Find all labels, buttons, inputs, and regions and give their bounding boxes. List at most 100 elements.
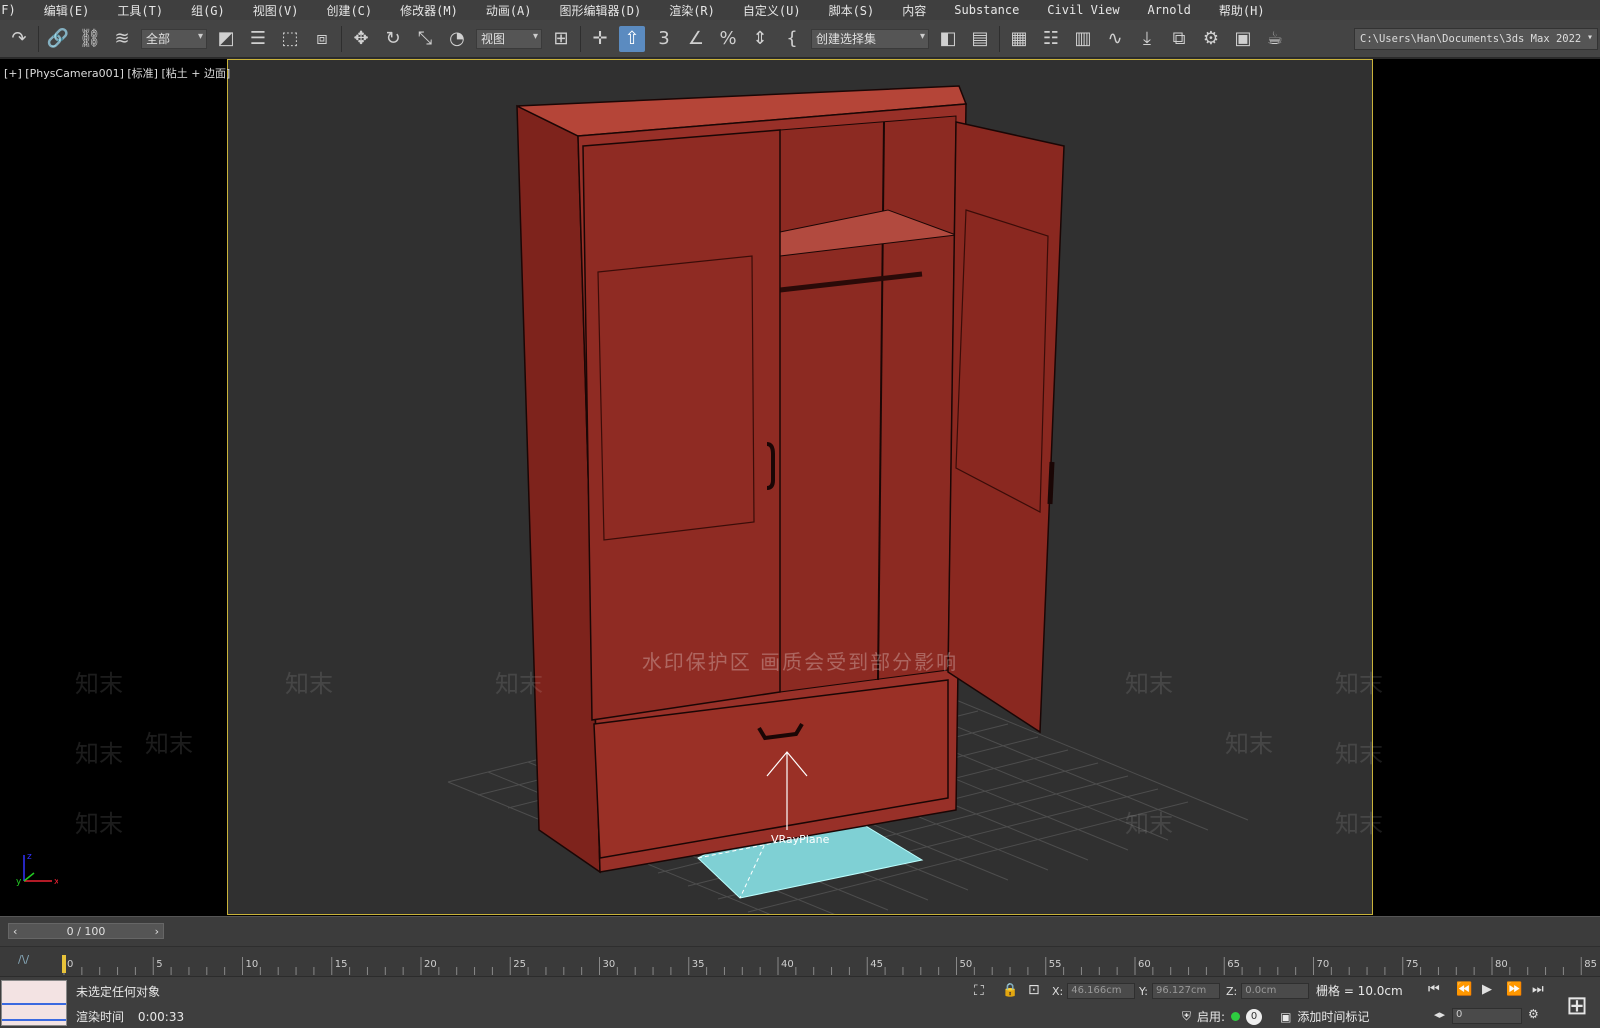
mirror-icon[interactable]: ◧ [935,26,961,52]
angle-snap-icon[interactable]: ∠ [683,26,709,52]
status-message: 未选定任何对象 [76,985,161,999]
menu-help[interactable]: 帮助(H) [1205,2,1279,19]
time-slider[interactable]: ‹ 0 / 100 › [8,923,164,939]
play-icon[interactable]: ▶ [1482,982,1492,997]
dope-sheet-icon[interactable]: ⤓ [1134,26,1160,52]
render-frame-icon[interactable]: ▣ [1230,26,1256,52]
render-time-row: 渲染时间 0:00:33 [76,1008,184,1025]
select-manipulate-icon[interactable]: ✛ [587,26,613,52]
menu-bar: (F) 编辑(E) 工具(T) 组(G) 视图(V) 创建(C) 修改器(M) … [0,0,1600,20]
move-icon[interactable]: ✥ [348,26,374,52]
layers-icon[interactable]: ▦ [1006,26,1032,52]
rotate-icon[interactable]: ↻ [380,26,406,52]
prev-frame-icon[interactable]: ‹ [9,925,21,938]
scene-explorer-icon[interactable]: ▥ [1070,26,1096,52]
redo-icon[interactable]: ↷ [6,26,32,52]
lock-icon[interactable]: 🔒 [1002,983,1018,998]
zero-badge[interactable]: 0 [1246,1008,1263,1025]
ruler-label: 20 [424,959,437,970]
svg-text:z: z [27,852,32,862]
enable-label: 启用: [1197,1010,1226,1024]
menu-scripting[interactable]: 脚本(S) [815,2,889,19]
coord-z-field[interactable]: 0.0cm [1241,983,1310,999]
ruler-label: 35 [692,959,705,970]
curve-editor-icon[interactable]: ∿ [1102,26,1128,52]
link-icon[interactable]: 🔗 [45,26,71,52]
current-time-marker[interactable] [62,955,66,973]
percent-snap-icon[interactable]: % [715,26,741,52]
menu-civil-view[interactable]: Civil View [1033,3,1133,17]
wardrobe-interior [779,115,957,693]
window-crossing-icon[interactable]: ⧈ [309,26,335,52]
coord-y-field[interactable]: 96.127cm [1151,983,1220,999]
ruler-label: 80 [1495,959,1508,970]
menu-graph-editors[interactable]: 图形编辑器(D) [546,2,656,19]
time-config-icon[interactable]: ⚙ [1528,1007,1539,1021]
ruler-label: 60 [1138,959,1151,970]
ruler-label: 25 [513,959,526,970]
maxscript-mini-listener[interactable] [1,980,67,1026]
isolate-icon[interactable]: ⛶ [974,983,984,999]
add-time-tag[interactable]: 添加时间标记 [1297,1008,1369,1025]
go-to-start-icon[interactable]: ⏮ [1428,982,1440,997]
add-time-tag-icon[interactable]: ▣ [1280,1010,1291,1024]
select-by-name-icon[interactable]: ☰ [245,26,271,52]
schematic-icon[interactable]: ⧉ [1166,26,1192,52]
pivot-icon[interactable]: ⊞ [548,26,574,52]
frame-spinner-icon[interactable]: ◂▸ [1434,1008,1445,1021]
toolbar-separator [341,25,342,52]
menu-substance[interactable]: Substance [940,3,1033,17]
viewport-label[interactable]: [+] [PhysCamera001] [标准] [粘土 + 边面] [4,65,230,81]
current-frame-field[interactable]: 0 [1452,1008,1522,1024]
menu-views[interactable]: 视图(V) [239,2,313,19]
select-icon[interactable]: ◩ [213,26,239,52]
go-to-end-icon[interactable]: ⏭ [1532,982,1544,997]
place-icon[interactable]: ◔ [444,26,470,52]
menu-customize[interactable]: 自定义(U) [729,2,815,19]
menu-animation[interactable]: 动画(A) [472,2,546,19]
frame-ruler[interactable]: /\/ 0 5 10 15 20 25 30 35 40 45 50 55 60 65 70 75 80 85 [0,947,1600,977]
reference-coord-dropdown[interactable]: 视图 [476,28,542,49]
coord-x-label: X: [1052,984,1064,998]
menu-group[interactable]: 组(G) [177,2,239,19]
shield-icon[interactable]: ⛨ [1182,1009,1191,1024]
coord-y-label: Y: [1139,984,1148,998]
material-editor-icon[interactable]: ⚙ [1198,26,1224,52]
curve-editor-toggle-icon[interactable]: /\/ [18,953,29,966]
scale-icon[interactable]: ⤡ [412,26,438,52]
unlink-icon[interactable]: ⛓ [77,26,103,52]
menu-arnold[interactable]: Arnold [1134,3,1205,17]
keyboard-shortcut-override-icon[interactable]: ⇧ [619,25,645,52]
enable-status-dot[interactable] [1231,1012,1241,1021]
menu-modifiers[interactable]: 修改器(M) [386,2,472,19]
next-frame-icon[interactable]: › [151,925,163,938]
absolute-mode-icon[interactable]: ⊡ [1028,982,1040,998]
bind-spacewarp-icon[interactable]: ≋ [109,26,135,52]
coord-x-field[interactable]: 46.166cm [1067,983,1136,999]
previous-key-icon[interactable]: ⏪ [1456,982,1472,997]
project-path-dropdown[interactable]: C:\Users\Han\Documents\3ds Max 2022 [1354,28,1598,50]
ribbon-icon[interactable]: ☷ [1038,26,1064,52]
selection-filter-dropdown[interactable]: 全部 [141,28,207,49]
frame-counter: 0 / 100 [66,924,106,938]
menu-rendering[interactable]: 渲染(R) [655,2,729,19]
menu-create[interactable]: 创建(C) [312,2,386,19]
next-key-icon[interactable]: ⏩ [1506,982,1522,997]
rect-select-icon[interactable]: ⬚ [277,26,303,52]
menu-edit[interactable]: 编辑(E) [30,2,104,19]
watermark-logo: 知末 [145,730,193,758]
snap-3d-icon[interactable]: 3 [651,26,677,52]
ruler-label: 5 [156,959,162,970]
menu-content[interactable]: 内容 [888,2,940,19]
menu-tools[interactable]: 工具(T) [103,2,177,19]
viewport[interactable]: [+] [PhysCamera001] [标准] [粘土 + 边面] VRayP… [0,59,1600,916]
add-viewport-icon[interactable]: ⊞ [1566,991,1588,1021]
menu-file[interactable]: (F) [0,3,30,17]
spinner-snap-icon[interactable]: ⇕ [747,26,773,52]
align-icon[interactable]: ▤ [967,26,993,52]
named-sel-icon[interactable]: { [779,26,805,52]
track-bar[interactable]: /\/ 0 5 10 15 20 25 30 35 40 45 50 55 60 65 70 75 80 85 [0,946,1600,976]
coord-y: Y: 96.127cm [1139,983,1220,999]
named-selection-dropdown[interactable]: 创建选择集 [811,28,929,49]
teapot-icon[interactable]: ☕ [1262,26,1288,52]
